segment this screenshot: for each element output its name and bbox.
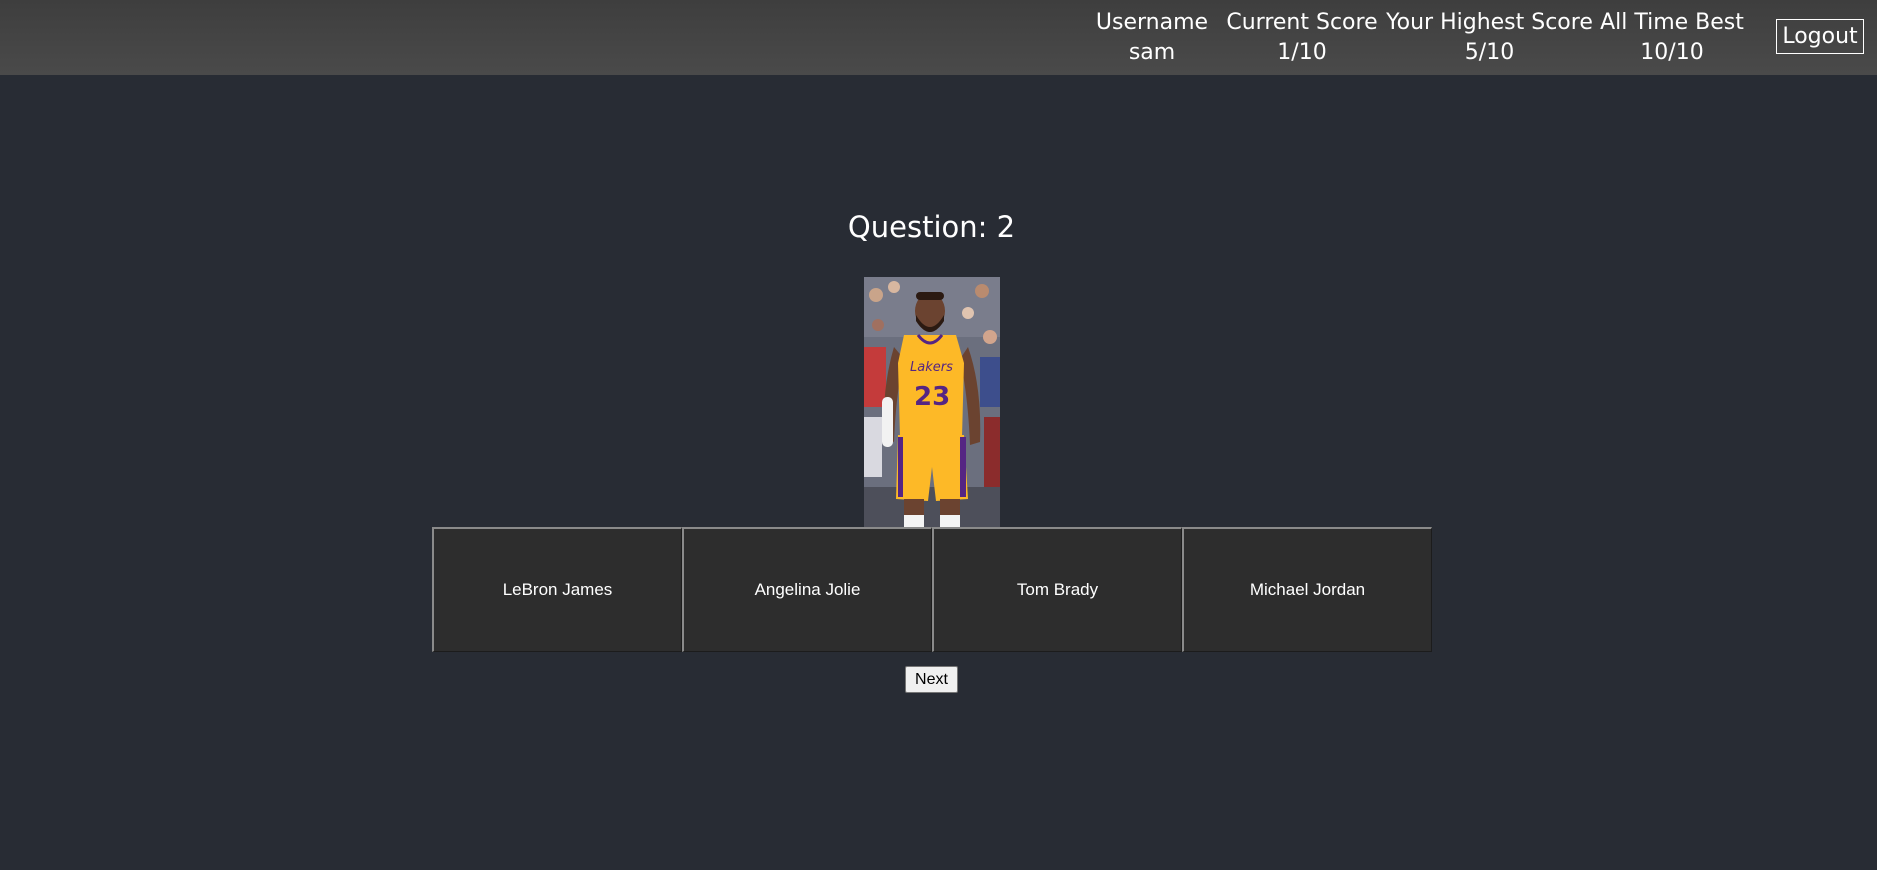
highest-score-stat: Your Highest Score 5/10 xyxy=(1382,8,1597,68)
all-time-best-label: All Time Best xyxy=(1600,10,1744,35)
current-score-value: 1/10 xyxy=(1277,40,1327,65)
username-value: sam xyxy=(1128,40,1176,65)
next-button[interactable]: Next xyxy=(905,666,958,693)
highest-score-value: 5/10 xyxy=(1464,40,1515,65)
choice-angelina-jolie[interactable]: Angelina Jolie xyxy=(682,527,932,652)
all-time-best-stat: All Time Best 10/10 xyxy=(1597,8,1747,68)
answer-choices: LeBron James Angelina Jolie Tom Brady Mi… xyxy=(432,527,1432,652)
username-stat: Username sam xyxy=(1082,8,1222,68)
question-title: Question: 2 xyxy=(847,210,1016,244)
highest-score-label: Your Highest Score xyxy=(1386,10,1593,35)
choice-tom-brady[interactable]: Tom Brady xyxy=(932,527,1182,652)
player-photo-illustration: Lakers 23 xyxy=(864,277,1000,527)
logout-button[interactable]: Logout xyxy=(1776,19,1864,54)
username-label: Username xyxy=(1095,10,1209,35)
current-score-label: Current Score xyxy=(1226,10,1378,35)
current-score-stat: Current Score 1/10 xyxy=(1222,8,1382,68)
svg-text:Lakers: Lakers xyxy=(910,360,953,375)
player-photo: Lakers 23 xyxy=(864,277,1000,527)
choice-michael-jordan[interactable]: Michael Jordan xyxy=(1182,527,1432,652)
top-header: Username sam Current Score 1/10 Your Hig… xyxy=(0,0,1877,75)
all-time-best-value: 10/10 xyxy=(1640,40,1704,65)
svg-text:23: 23 xyxy=(914,382,950,412)
choice-lebron-james[interactable]: LeBron James xyxy=(432,527,682,652)
